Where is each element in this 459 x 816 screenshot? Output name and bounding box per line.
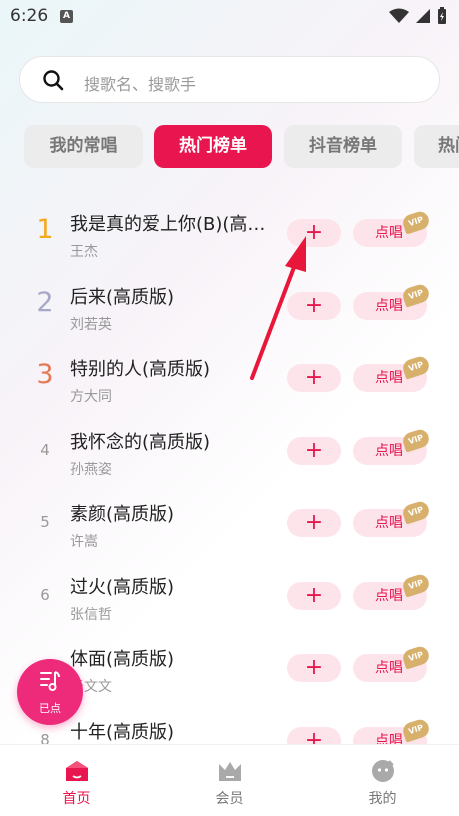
song-artist: 刘若英 xyxy=(70,316,112,333)
add-song-button[interactable]: + xyxy=(287,654,341,682)
search-input[interactable]: 搜歌名、搜歌手 xyxy=(19,56,440,103)
ordered-label: 已点 xyxy=(39,702,61,715)
song-rank: 2 xyxy=(36,286,54,318)
bottom-nav: 首页 会员 我的 xyxy=(0,744,459,816)
vip-badge-icon: VIP xyxy=(400,499,432,525)
vip-badge-icon: VIP xyxy=(400,281,432,308)
song-title: 后来(高质版) xyxy=(70,286,175,308)
order-song-button[interactable]: 点唱 VIP xyxy=(353,426,432,465)
nav-mine[interactable]: 我的 xyxy=(306,745,459,816)
song-title: 过火(高质版) xyxy=(70,576,175,598)
song-row[interactable]: 4 我怀念的(高质版) 孙燕姿 + 点唱 VIP xyxy=(0,414,459,486)
nav-home[interactable]: 首页 xyxy=(0,745,153,816)
song-artist: 王杰 xyxy=(70,244,98,260)
order-song-button[interactable]: 点唱 VIP xyxy=(353,209,432,247)
song-rank: 4 xyxy=(40,440,50,459)
song-title: 我是真的爱上你(B)(高… xyxy=(70,214,266,235)
order-label: 点唱 xyxy=(375,297,403,314)
order-label: 点唱 xyxy=(375,442,403,459)
tab-hot-more[interactable]: 热门 xyxy=(414,125,459,168)
search-icon xyxy=(43,70,64,91)
battery-icon xyxy=(438,7,446,24)
song-rank: 6 xyxy=(40,585,50,604)
order-label: 点唱 xyxy=(375,587,403,604)
add-song-button[interactable]: + xyxy=(287,581,341,610)
order-label: 点唱 xyxy=(375,515,403,531)
category-tabs: 我的常唱 热门榜单 抖音榜单 热门 xyxy=(24,125,459,169)
status-icons xyxy=(389,6,447,26)
song-artist: 孙燕姿 xyxy=(70,461,112,478)
nav-member[interactable]: 会员 xyxy=(153,745,306,816)
search-placeholder: 搜歌名、搜歌手 xyxy=(84,75,197,94)
vip-badge-icon: VIP xyxy=(400,571,432,598)
notification-icon: A xyxy=(60,10,73,23)
song-row[interactable]: 5 素颜(高质版) 许嵩 + 点唱 VIP xyxy=(0,486,459,558)
status-time: 6:26 xyxy=(10,6,49,26)
crown-icon xyxy=(219,762,241,781)
vip-badge-icon: VIP xyxy=(400,426,432,453)
song-title: 我怀念的(高质版) xyxy=(70,431,211,453)
order-song-button[interactable]: 点唱 VIP xyxy=(353,281,432,320)
order-label: 点唱 xyxy=(375,225,403,241)
order-song-button[interactable]: 点唱 VIP xyxy=(353,354,432,392)
home-icon xyxy=(66,761,88,781)
add-song-button[interactable]: + xyxy=(287,436,341,465)
vip-badge-icon: VIP xyxy=(400,354,432,380)
song-title: 特别的人(高质版) xyxy=(70,359,211,380)
signal-icon xyxy=(416,9,430,23)
order-song-button[interactable]: 点唱 VIP xyxy=(353,499,432,537)
song-rank: 5 xyxy=(40,513,50,531)
add-song-button[interactable]: + xyxy=(287,219,341,247)
song-artist: 张信哲 xyxy=(70,606,112,623)
tab-douyin-chart[interactable]: 抖音榜单 xyxy=(284,125,402,168)
nav-mine-label: 我的 xyxy=(368,791,397,807)
nav-member-label: 会员 xyxy=(215,791,244,807)
song-title: 体面(高质版) xyxy=(70,649,175,670)
music-list-icon xyxy=(40,671,60,691)
song-rank: 3 xyxy=(36,359,54,390)
ordered-songs-button[interactable]: 已点 xyxy=(17,659,83,725)
song-row[interactable]: 6 过火(高质版) 张信哲 + 点唱 VIP xyxy=(0,559,459,631)
order-label: 点唱 xyxy=(375,660,403,676)
song-title: 素颜(高质版) xyxy=(70,504,175,525)
song-row[interactable]: 1 我是真的爱上你(B)(高… 王杰 + 点唱 VIP xyxy=(0,196,459,268)
status-bar: 6:26 A xyxy=(0,0,459,34)
nav-home-label: 首页 xyxy=(62,791,91,807)
order-song-button[interactable]: 点唱 VIP xyxy=(353,644,432,682)
add-song-button[interactable]: + xyxy=(287,291,341,320)
song-row[interactable]: 2 后来(高质版) 刘若英 + 点唱 VIP xyxy=(0,269,459,341)
add-song-button[interactable]: + xyxy=(287,364,341,392)
song-artist: 许嵩 xyxy=(70,534,98,550)
order-label: 点唱 xyxy=(375,370,403,386)
add-song-button[interactable]: + xyxy=(287,509,341,537)
profile-icon xyxy=(372,760,394,782)
vip-badge-icon: VIP xyxy=(400,716,432,743)
order-song-button[interactable]: 点唱 VIP xyxy=(353,571,432,610)
song-row[interactable]: 3 特别的人(高质版) 方大同 + 点唱 VIP xyxy=(0,341,459,413)
song-rank: 1 xyxy=(36,214,54,245)
tab-my-frequent[interactable]: 我的常唱 xyxy=(24,125,143,168)
song-artist: 方大同 xyxy=(70,389,112,405)
vip-badge-icon: VIP xyxy=(400,644,432,670)
vip-badge-icon: VIP xyxy=(400,209,432,235)
song-title: 十年(高质版) xyxy=(70,721,175,743)
wifi-icon xyxy=(389,8,409,23)
tab-hot-chart[interactable]: 热门榜单 xyxy=(154,125,272,168)
